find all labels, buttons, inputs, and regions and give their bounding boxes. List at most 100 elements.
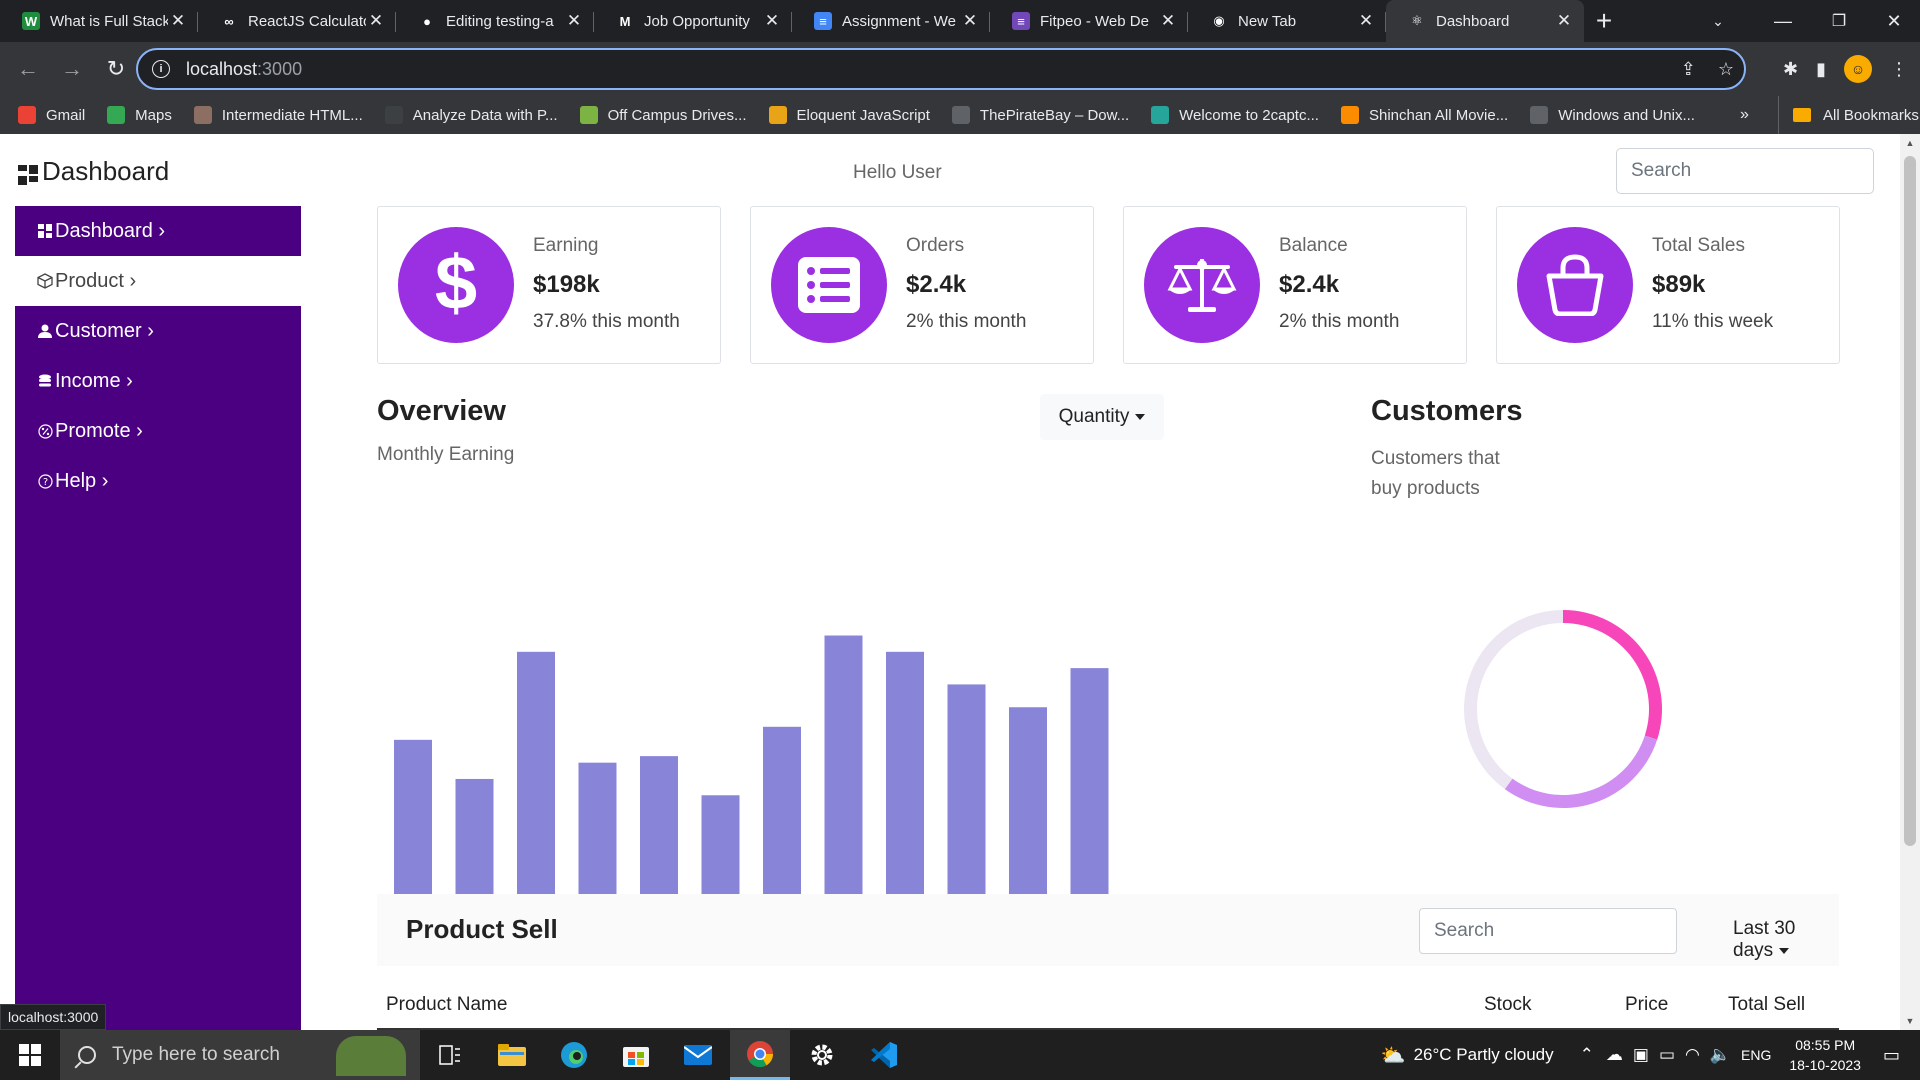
extensions-icon[interactable]: ✱ [1783, 59, 1798, 80]
column-header-stock[interactable]: Stock [1484, 994, 1532, 1016]
sidebar-item-product[interactable]: Product › [15, 256, 301, 306]
browser-tab[interactable]: M Job Opportunity ✕ [594, 0, 792, 42]
close-tab-icon[interactable]: ✕ [564, 11, 584, 31]
onedrive-icon[interactable]: ☁ [1606, 1045, 1623, 1065]
url-text[interactable]: localhost:3000 [186, 59, 302, 80]
meet-now-icon[interactable]: ▣ [1633, 1045, 1649, 1065]
weather-icon[interactable]: ⛅ [1381, 1043, 1406, 1068]
tray-chevron-icon[interactable]: ⌃ [1580, 1045, 1594, 1065]
new-tab-button[interactable]: + [1584, 0, 1624, 42]
sidebar-item-customer[interactable]: Customer › [15, 306, 301, 356]
input-language[interactable]: ENG [1741, 1047, 1771, 1063]
all-bookmarks[interactable]: All Bookmarks [1778, 96, 1919, 134]
bookmark-item[interactable]: Off Campus Drives... [579, 106, 747, 124]
browser-tab[interactable]: W What is Full Stack ✕ [0, 0, 198, 42]
file-explorer-icon[interactable] [482, 1030, 542, 1080]
close-window-icon[interactable]: ✕ [1866, 0, 1920, 42]
battery-icon[interactable]: ▭ [1659, 1045, 1675, 1065]
mail-icon[interactable] [668, 1030, 728, 1080]
bookmark-item[interactable]: Gmail [18, 106, 85, 124]
close-tab-icon[interactable]: ✕ [1356, 11, 1376, 31]
more-bookmarks-icon[interactable]: » [1740, 96, 1749, 134]
bookmark-item[interactable]: Shinchan All Movie... [1340, 106, 1508, 124]
scroll-up-icon[interactable]: ▲ [1900, 138, 1920, 148]
browser-tab[interactable]: ● Editing testing-a ✕ [396, 0, 594, 42]
wifi-icon[interactable]: ◠ [1685, 1045, 1700, 1065]
clock[interactable]: 08:55 PM 18-10-2023 [1789, 1035, 1861, 1075]
browser-tab[interactable]: ≡ Assignment - We ✕ [792, 0, 990, 42]
github-icon: ● [418, 12, 436, 30]
start-button[interactable] [0, 1030, 60, 1080]
close-tab-icon[interactable]: ✕ [168, 11, 188, 31]
bookmark-item[interactable]: Maps [107, 106, 172, 124]
page-scrollbar[interactable]: ▲ ▼ [1900, 134, 1920, 1030]
header-search-input[interactable] [1616, 148, 1874, 194]
product-table-header: Product Name Stock Price Total Sell [377, 966, 1839, 1030]
brand[interactable]: Dashboard [18, 156, 169, 187]
share-icon[interactable]: ⇪ [1681, 59, 1696, 80]
sidebar-item-promote[interactable]: Promote › [15, 406, 301, 456]
weather-text[interactable]: 26°C Partly cloudy [1414, 1045, 1554, 1065]
column-header-price[interactable]: Price [1625, 994, 1668, 1016]
scrollbar-thumb[interactable] [1904, 156, 1916, 846]
bookmark-item[interactable]: Eloquent JavaScript [768, 106, 930, 124]
settings-icon[interactable] [792, 1030, 852, 1080]
sidebar-item-dashboard[interactable]: Dashboard › [15, 206, 301, 256]
side-panel-icon[interactable]: ▮ [1816, 59, 1826, 80]
clock-time: 08:55 PM [1795, 1037, 1856, 1053]
close-tab-icon[interactable]: ✕ [1554, 11, 1574, 31]
column-header-product-name[interactable]: Product Name [386, 994, 507, 1016]
bookmark-item[interactable]: Welcome to 2captc... [1151, 106, 1319, 124]
browser-tab[interactable]: ∞ ReactJS Calculator ✕ [198, 0, 396, 42]
svg-text:?: ? [42, 477, 47, 488]
store-icon[interactable] [606, 1030, 666, 1080]
sidebar-item-label: Customer › [55, 319, 154, 342]
chrome-icon: ◉ [1210, 12, 1228, 30]
donut-slice[interactable] [1504, 735, 1658, 808]
donut-slice[interactable] [1464, 610, 1563, 790]
close-tab-icon[interactable]: ✕ [1158, 11, 1178, 31]
back-icon[interactable]: ← [8, 49, 48, 89]
edge-icon[interactable] [544, 1030, 604, 1080]
address-bar[interactable]: i localhost:3000 ⇪ ☆ [136, 48, 1746, 90]
quantity-dropdown[interactable]: Quantity [1040, 394, 1164, 440]
close-tab-icon[interactable]: ✕ [960, 11, 980, 31]
reload-icon[interactable]: ↻ [96, 49, 136, 89]
site-info-icon[interactable]: i [152, 60, 170, 78]
captcha-icon [1151, 106, 1170, 124]
menu-icon[interactable]: ⋮ [1890, 59, 1908, 80]
sidebar-item-income[interactable]: Income › [15, 356, 301, 406]
product-search-input[interactable] [1419, 908, 1677, 954]
browser-tab[interactable]: ≡ Fitpeo - Web De ✕ [990, 0, 1188, 42]
task-view-icon[interactable] [420, 1030, 480, 1080]
column-header-total-sell[interactable]: Total Sell [1728, 994, 1805, 1016]
scroll-down-icon[interactable]: ▼ [1900, 1016, 1920, 1026]
profile-avatar[interactable]: ☺ [1844, 55, 1872, 83]
windows-taskbar: Type here to search ⛅ 26°C Partly cloudy… [0, 1030, 1920, 1080]
star-icon[interactable]: ☆ [1718, 59, 1734, 80]
browser-tab[interactable]: ◉ New Tab ✕ [1188, 0, 1386, 42]
sidebar-item-help[interactable]: ? Help › [15, 456, 301, 506]
browser-tab[interactable]: ⚛ Dashboard ✕ [1386, 0, 1584, 42]
restore-icon[interactable]: ❐ [1811, 0, 1867, 42]
taskbar-search-box[interactable]: Type here to search [60, 1030, 420, 1080]
close-tab-icon[interactable]: ✕ [366, 11, 386, 31]
bookmark-item[interactable]: Windows and Unix... [1530, 106, 1695, 124]
date-range-dropdown[interactable]: Last 30 days [1733, 918, 1839, 962]
vscode-icon[interactable] [854, 1030, 914, 1080]
close-tab-icon[interactable]: ✕ [762, 11, 782, 31]
notification-icon[interactable]: ▭ [1883, 1045, 1900, 1066]
tab-search-icon[interactable]: ⌄ [1690, 0, 1746, 42]
donut-slice[interactable] [1563, 610, 1662, 740]
chrome-taskbar-icon[interactable] [730, 1030, 790, 1080]
bookmark-item[interactable]: Intermediate HTML... [193, 106, 363, 124]
volume-icon[interactable]: 🔈 [1710, 1045, 1731, 1065]
toolbar-actions: ✱ ▮ ☺ ⋮ [1783, 42, 1908, 96]
grid-icon [37, 223, 53, 239]
minimize-icon[interactable]: — [1755, 0, 1811, 42]
bookmark-item[interactable]: ThePirateBay – Dow... [951, 106, 1129, 124]
overview-title: Overview [377, 395, 506, 427]
tab-title: Job Opportunity [644, 12, 750, 30]
forward-icon[interactable]: → [52, 49, 92, 89]
bookmark-item[interactable]: Analyze Data with P... [384, 106, 558, 124]
